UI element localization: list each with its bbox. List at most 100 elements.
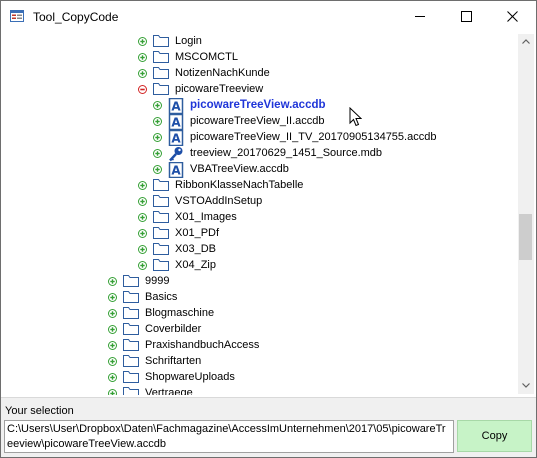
- folder-icon: [153, 50, 169, 64]
- tree-node-label: 9999: [145, 275, 170, 287]
- tree-node[interactable]: Blogmaschine: [108, 305, 214, 321]
- tree-node[interactable]: RibbonKlasseNachTabelle: [138, 177, 303, 193]
- expand-icon[interactable]: [138, 68, 147, 78]
- access-file-icon: A: [168, 161, 184, 179]
- expand-icon[interactable]: [153, 116, 162, 126]
- tree-node-label: picowareTreeView.accdb: [190, 99, 326, 111]
- expand-icon[interactable]: [153, 164, 162, 174]
- tree-node[interactable]: ApicowareTreeView.accdb: [153, 97, 326, 115]
- tree-node[interactable]: X01_PDf: [138, 225, 219, 241]
- tree-node-label: RibbonKlasseNachTabelle: [175, 179, 304, 191]
- scroll-thumb[interactable]: [519, 214, 532, 260]
- copy-button-label: Copy: [481, 430, 508, 442]
- tree-node[interactable]: PraxishandbuchAccess: [108, 337, 259, 353]
- svg-text:A: A: [171, 164, 181, 178]
- expand-icon[interactable]: [108, 356, 117, 366]
- tree-node[interactable]: VSTOAddInSetup: [138, 193, 262, 209]
- expand-icon[interactable]: [138, 36, 147, 46]
- access-file-icon: A: [168, 129, 184, 147]
- mouse-pointer-icon: [349, 107, 362, 127]
- tree-node[interactable]: NotizenNachKunde: [138, 65, 270, 81]
- expand-icon[interactable]: [108, 372, 117, 382]
- folder-icon: [123, 306, 139, 320]
- tree-node-label: picowareTreeview: [175, 83, 264, 95]
- tree-node[interactable]: X03_DB: [138, 241, 216, 257]
- tree-node-label: MSCOMCTL: [175, 51, 238, 63]
- tree-node-label: NotizenNachKunde: [175, 67, 270, 79]
- tree-node[interactable]: A VBATreeView.accdb: [153, 161, 289, 179]
- folder-icon: [123, 274, 139, 288]
- scroll-down-arrow-icon: [522, 383, 530, 388]
- scroll-down-button[interactable]: [518, 378, 534, 394]
- tree-node[interactable]: Vertraege: [108, 385, 193, 395]
- collapse-icon[interactable]: [138, 84, 147, 94]
- folder-icon: [153, 242, 169, 256]
- folder-icon: [153, 178, 169, 192]
- minimize-button[interactable]: [398, 1, 444, 32]
- folder-icon: [153, 226, 169, 240]
- tree-node[interactable]: Coverbilder: [108, 321, 201, 337]
- expand-icon[interactable]: [108, 292, 117, 302]
- selection-panel: Your selection C:\Users\User\Dropbox\Dat…: [1, 397, 536, 457]
- expand-icon[interactable]: [108, 388, 117, 395]
- maximize-button[interactable]: [444, 1, 490, 32]
- key-file-icon: [168, 146, 184, 162]
- tree-node-label: treeview_20170629_1451_Source.mdb: [190, 147, 383, 159]
- access-file-icon: A: [168, 97, 184, 115]
- tree-node-label: X04_Zip: [175, 259, 216, 271]
- svg-text:A: A: [171, 100, 181, 114]
- window-title: Tool_CopyCode: [33, 10, 119, 24]
- tree-node[interactable]: ApicowareTreeView_II_TV_20170905134755.a…: [153, 129, 437, 147]
- tree-node[interactable]: ApicowareTreeView_II.accdb: [153, 113, 325, 131]
- tree-node[interactable]: X04_Zip: [138, 257, 216, 273]
- tree-node-label: Vertraege: [145, 387, 193, 395]
- tree-node-label: X01_Images: [175, 211, 237, 223]
- expand-icon[interactable]: [153, 148, 162, 158]
- expand-icon[interactable]: [138, 212, 147, 222]
- close-button[interactable]: [490, 1, 536, 32]
- scroll-up-button[interactable]: [518, 34, 534, 50]
- expand-icon[interactable]: [138, 196, 147, 206]
- minimize-icon: [415, 16, 425, 17]
- expand-icon[interactable]: [138, 228, 147, 238]
- scroll-up-arrow-icon: [522, 39, 530, 44]
- expand-icon[interactable]: [138, 180, 147, 190]
- tree-node-label: picowareTreeView_II_TV_20170905134755.ac…: [190, 131, 437, 143]
- selection-path-field[interactable]: C:\Users\User\Dropbox\Daten\Fachmagazine…: [4, 420, 454, 453]
- folder-icon: [123, 354, 139, 368]
- tree-node[interactable]: Schriftarten: [108, 353, 201, 369]
- expand-icon[interactable]: [138, 260, 147, 270]
- tree-node-label: picowareTreeView_II.accdb: [190, 115, 325, 127]
- folder-icon: [153, 210, 169, 224]
- tree-node-label: VBATreeView.accdb: [190, 163, 289, 175]
- tree-node[interactable]: Basics: [108, 289, 177, 305]
- tree-node[interactable]: picowareTreeview: [138, 81, 263, 97]
- tree-node[interactable]: MSCOMCTL: [138, 49, 238, 65]
- app-form-icon: [10, 10, 24, 22]
- expand-icon[interactable]: [108, 340, 117, 350]
- close-icon: [507, 11, 518, 22]
- expand-icon[interactable]: [108, 276, 117, 286]
- tree-node-label: PraxishandbuchAccess: [145, 339, 260, 351]
- folder-icon: [153, 66, 169, 80]
- expand-icon[interactable]: [138, 52, 147, 62]
- folder-icon: [123, 386, 139, 395]
- expand-icon[interactable]: [153, 132, 162, 142]
- tree-vertical-scrollbar[interactable]: [518, 34, 534, 394]
- folder-icon: [123, 338, 139, 352]
- expand-icon[interactable]: [108, 324, 117, 334]
- expand-icon[interactable]: [108, 308, 117, 318]
- tree-node[interactable]: Login: [138, 33, 202, 49]
- tree-node[interactable]: ShopwareUploads: [108, 369, 235, 385]
- tree-node[interactable]: X01_Images: [138, 209, 237, 225]
- expand-icon[interactable]: [138, 244, 147, 254]
- tree-node[interactable]: treeview_20170629_1451_Source.mdb: [153, 145, 383, 162]
- selection-label: Your selection: [5, 405, 74, 417]
- folder-icon: [153, 34, 169, 48]
- expand-icon[interactable]: [153, 100, 162, 110]
- copy-button[interactable]: Copy: [457, 420, 532, 452]
- title-bar[interactable]: Tool_CopyCode: [1, 1, 536, 32]
- folder-icon: [153, 82, 169, 96]
- folder-tree[interactable]: Login MSCOMCTL NotizenNachKunde picowareTre…: [3, 32, 534, 395]
- tree-node[interactable]: 9999: [108, 273, 169, 289]
